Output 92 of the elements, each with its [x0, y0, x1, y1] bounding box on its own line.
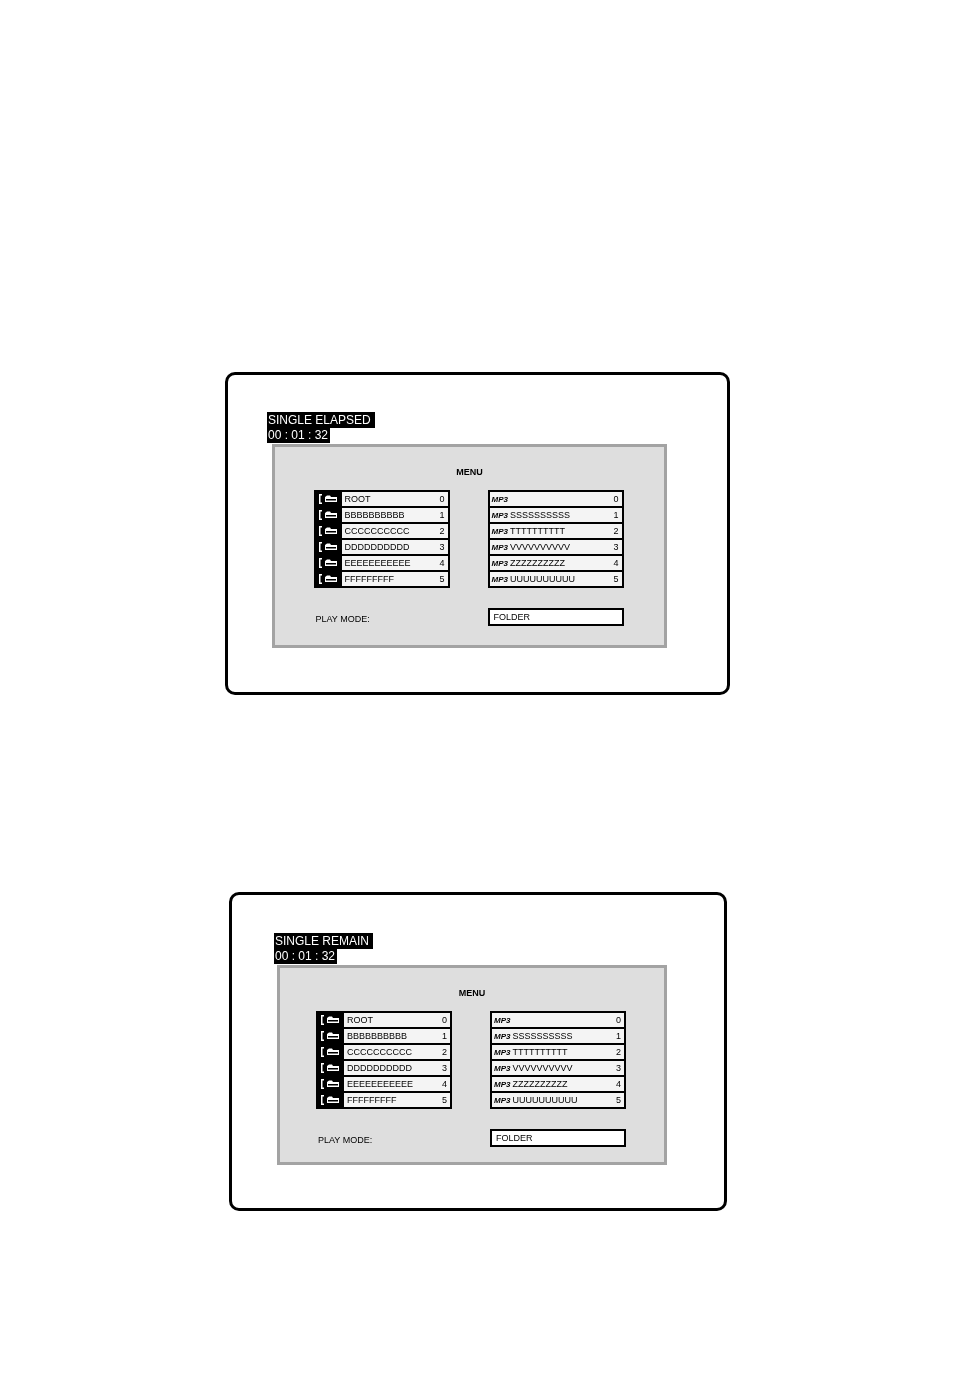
folder-name: CCCCCCCCCC [344, 525, 410, 537]
format-label: MP3 [491, 573, 508, 585]
folder-number: 1 [439, 509, 445, 521]
format-label: MP3 [491, 541, 508, 553]
folder-entry[interactable]: FFFFFFFFF 5 [341, 572, 448, 586]
folder-name: CCCCCCCCCC [347, 1046, 412, 1058]
folder-name: ROOT [347, 1014, 373, 1026]
file-number: 4 [613, 557, 620, 569]
file-entry[interactable]: MP3 VVVVVVVVVV 3 [492, 1061, 624, 1075]
folder-number: 0 [442, 1014, 447, 1026]
play-mode-field[interactable]: FOLDER [487, 608, 624, 626]
file-number: 2 [613, 525, 620, 537]
file-number: 5 [616, 1094, 622, 1106]
file-name: TTTTTTTTTT [509, 525, 565, 537]
folder-number: 2 [439, 525, 445, 537]
file-number: 2 [616, 1046, 622, 1058]
file-entry[interactable]: MP3 UUUUUUUUUU 5 [489, 572, 622, 586]
file-name: ZZZZZZZZZZ [509, 557, 565, 569]
file-number: 3 [613, 541, 620, 553]
folder-number: 0 [439, 493, 445, 505]
file-entry[interactable]: MP3 UUUUUUUUUU 5 [492, 1093, 624, 1107]
folder-name: DDDDDDDDDD [344, 541, 410, 553]
folder-number: 4 [439, 557, 445, 569]
folder-name: FFFFFFFFF [344, 573, 394, 585]
file-number: 0 [613, 493, 620, 505]
file-entry[interactable]: MP3 TTTTTTTTTT 2 [489, 524, 622, 538]
folder-number: 3 [442, 1062, 447, 1074]
status-label: SINGLE REMAIN [274, 933, 374, 949]
file-number: 0 [616, 1014, 622, 1026]
file-name: UUUUUUUUUU [512, 1094, 578, 1106]
status-label: SINGLE ELAPSED [267, 412, 375, 428]
file-entry[interactable]: MP3 SSSSSSSSSS 1 [489, 508, 622, 522]
time-label: 00 : 01 : 32 [274, 949, 338, 964]
folder-name: DDDDDDDDDD [347, 1062, 412, 1074]
file-number: 5 [613, 573, 620, 585]
folder-entry[interactable]: CCCCCCCCCC 2 [344, 1045, 450, 1059]
folder-number: 5 [442, 1094, 447, 1106]
folder-entry[interactable]: DDDDDDDDDD 3 [344, 1061, 450, 1075]
format-label: MP3 [494, 1046, 511, 1058]
folder-name: BBBBBBBBBB [347, 1030, 408, 1042]
file-entry[interactable]: MP3 0 [492, 1013, 624, 1027]
file-number: 1 [616, 1030, 622, 1042]
folder-number: 2 [442, 1046, 447, 1058]
format-label: MP3 [491, 493, 508, 505]
play-mode-label: PLAY MODE: [315, 614, 370, 624]
play-mode-field[interactable]: FOLDER [490, 1129, 626, 1147]
folder-name: EEEEEEEEEEE [344, 557, 411, 569]
file-number: 4 [616, 1078, 622, 1090]
folder-number: 4 [442, 1078, 447, 1090]
file-entry[interactable]: MP3 SSSSSSSSSS 1 [492, 1029, 624, 1043]
format-label: MP3 [491, 509, 508, 521]
folder-entry[interactable]: ROOT 0 [344, 1013, 450, 1027]
file-name: SSSSSSSSSS [509, 509, 570, 521]
folder-name: BBBBBBBBBB [344, 509, 405, 521]
format-label: MP3 [491, 557, 508, 569]
folder-entry[interactable]: EEEEEEEEEEE 4 [344, 1077, 450, 1091]
file-name: VVVVVVVVVV [509, 541, 570, 553]
file-entry[interactable]: MP3 ZZZZZZZZZZ 4 [489, 556, 622, 570]
file-entry[interactable]: MP3 TTTTTTTTTT 2 [492, 1045, 624, 1059]
format-label: MP3 [494, 1030, 511, 1042]
folder-entry[interactable]: BBBBBBBBBB 1 [341, 508, 448, 522]
file-number: 3 [616, 1062, 622, 1074]
file-entry[interactable]: MP3 ZZZZZZZZZZ 4 [492, 1077, 624, 1091]
file-entry[interactable]: MP3 VVVVVVVVVV 3 [489, 540, 622, 554]
file-name: ZZZZZZZZZZ [512, 1078, 568, 1090]
format-label: MP3 [494, 1062, 511, 1074]
file-name: TTTTTTTTTT [512, 1046, 568, 1058]
play-mode-label: PLAY MODE: [318, 1135, 373, 1145]
folder-number: 1 [442, 1030, 447, 1042]
folder-number: 3 [439, 541, 445, 553]
menu-title: MENU [456, 467, 483, 478]
folder-entry[interactable]: EEEEEEEEEEE 4 [341, 556, 448, 570]
folder-number: 5 [439, 573, 445, 585]
format-label: MP3 [494, 1078, 511, 1090]
file-name: VVVVVVVVVV [512, 1062, 573, 1074]
menu-title: MENU [458, 988, 486, 999]
folder-name: EEEEEEEEEEE [347, 1078, 414, 1090]
folder-entry[interactable]: FFFFFFFFF 5 [344, 1093, 450, 1107]
folder-name: ROOT [344, 493, 371, 505]
folder-entry[interactable]: DDDDDDDDDD 3 [341, 540, 448, 554]
folder-entry[interactable]: BBBBBBBBBB 1 [344, 1029, 450, 1043]
folder-entry[interactable]: ROOT 0 [341, 492, 448, 506]
format-label: MP3 [494, 1094, 511, 1106]
file-entry[interactable]: MP3 0 [489, 492, 622, 506]
format-label: MP3 [491, 525, 508, 537]
format-label: MP3 [494, 1014, 511, 1026]
file-number: 1 [613, 509, 620, 521]
time-label: 00 : 01 : 32 [267, 428, 331, 443]
file-name: SSSSSSSSSS [512, 1030, 573, 1042]
folder-name: FFFFFFFFF [347, 1094, 397, 1106]
file-name: UUUUUUUUUU [509, 573, 575, 585]
folder-entry[interactable]: CCCCCCCCCC 2 [341, 524, 448, 538]
